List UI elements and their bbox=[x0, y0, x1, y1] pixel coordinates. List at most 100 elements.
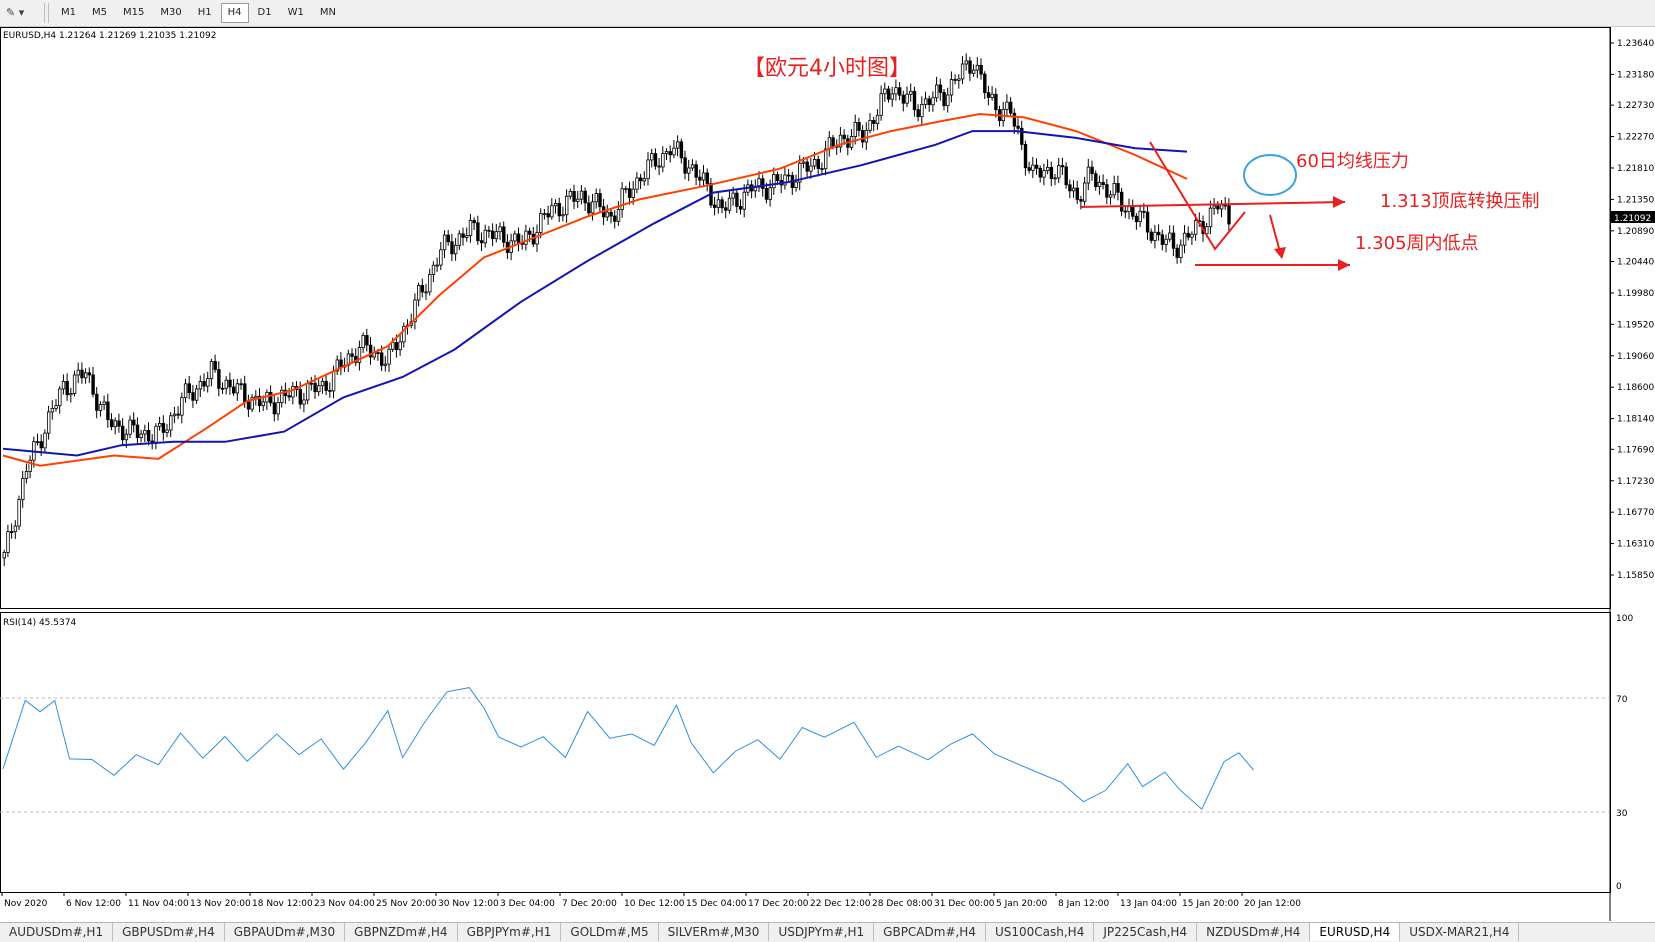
chart-tab[interactable]: GBPCADm#,H4 bbox=[874, 923, 986, 941]
candle-body bbox=[701, 172, 706, 181]
candle-body bbox=[9, 531, 14, 534]
chart-tab[interactable]: US100Cash,H4 bbox=[986, 923, 1095, 941]
candle-body bbox=[109, 419, 114, 428]
candle-body bbox=[420, 285, 425, 293]
candle-body bbox=[553, 202, 558, 207]
candle-body bbox=[157, 422, 162, 427]
chart-tab[interactable]: AUDUSDm#,H1 bbox=[0, 923, 114, 941]
candle-body bbox=[435, 264, 439, 267]
candle-body bbox=[816, 159, 820, 169]
toolbar-separator bbox=[48, 3, 49, 23]
candle-body bbox=[975, 64, 980, 71]
timeframe-m30-button[interactable]: M30 bbox=[153, 3, 188, 23]
candle-body bbox=[121, 425, 125, 441]
date-tick-label: 18 Nov 12:00 bbox=[252, 899, 313, 909]
candle-body bbox=[450, 241, 454, 255]
candle-body bbox=[946, 94, 950, 107]
candle-body bbox=[1212, 205, 1216, 209]
candle-body bbox=[498, 226, 502, 233]
timeframe-m15-button[interactable]: M15 bbox=[116, 3, 151, 23]
candle-body bbox=[550, 205, 554, 218]
candle-body bbox=[672, 147, 676, 156]
date-tick-label: 10 Dec 12:00 bbox=[624, 899, 685, 909]
candle-body bbox=[1194, 220, 1198, 235]
candle-body bbox=[561, 214, 565, 217]
candle-body bbox=[383, 363, 388, 366]
timeframe-w1-button[interactable]: W1 bbox=[281, 3, 311, 23]
candle-body bbox=[565, 195, 569, 216]
chart-tab[interactable]: SILVERm#,M30 bbox=[659, 923, 770, 941]
price-tick-label: 1.22270 bbox=[1617, 133, 1654, 143]
candle-body bbox=[453, 244, 458, 255]
timeframe-m1-button[interactable]: M1 bbox=[54, 3, 83, 23]
candle-body bbox=[231, 386, 236, 394]
candle-body bbox=[557, 202, 561, 217]
candle-body bbox=[431, 264, 436, 275]
price-tick-label: 1.19060 bbox=[1617, 352, 1654, 362]
candle-body bbox=[1227, 205, 1231, 225]
candle-body bbox=[113, 420, 117, 428]
date-tick-label: 25 Nov 20:00 bbox=[376, 899, 437, 909]
chart-tab[interactable]: GBPUSDm#,H4 bbox=[113, 923, 225, 941]
price-chart[interactable]: 【欧元4小时图】 60日均线压力 1.313顶底转换压制 1.305周内低点 E… bbox=[0, 27, 1655, 921]
candle-body bbox=[54, 405, 58, 409]
timeframe-m5-button[interactable]: M5 bbox=[85, 3, 114, 23]
candle-body bbox=[805, 161, 809, 172]
price-tick-label: 1.18140 bbox=[1617, 415, 1654, 425]
candle-body bbox=[579, 190, 584, 200]
candle-body bbox=[1031, 164, 1035, 171]
candle-body bbox=[735, 192, 739, 207]
candle-body bbox=[1123, 210, 1128, 213]
main-plot-frame bbox=[0, 27, 1611, 609]
candle-body bbox=[72, 374, 77, 394]
timeframe-mn-button[interactable]: MN bbox=[313, 3, 343, 23]
chart-tab[interactable]: USDJPYm#,H1 bbox=[769, 923, 875, 941]
candle-body bbox=[1112, 183, 1116, 196]
candle-body bbox=[639, 177, 643, 182]
timeframe-h1-button[interactable]: H1 bbox=[191, 3, 219, 23]
candle-body bbox=[21, 478, 25, 500]
candle-body bbox=[768, 187, 772, 200]
rsi-level-0-label: 0 bbox=[1616, 882, 1622, 892]
candle-body bbox=[994, 93, 998, 111]
candle-body bbox=[831, 137, 835, 147]
candle-body bbox=[43, 432, 47, 449]
candle-body bbox=[650, 153, 654, 161]
candle-body bbox=[979, 64, 983, 75]
price-tick-label: 1.23640 bbox=[1617, 39, 1654, 49]
candle-body bbox=[6, 531, 10, 553]
candle-body bbox=[328, 389, 332, 392]
candle-body bbox=[1027, 167, 1031, 171]
candle-body bbox=[568, 191, 573, 197]
candle-body bbox=[676, 141, 680, 149]
candle-body bbox=[350, 353, 354, 357]
chart-tab[interactable]: NZDUSDm#,H4 bbox=[1197, 923, 1311, 941]
chart-tab[interactable]: GBPJPYm#,H1 bbox=[458, 923, 562, 941]
candle-body bbox=[1023, 143, 1028, 169]
chart-tab[interactable]: JP225Cash,H4 bbox=[1094, 923, 1198, 941]
candle-body bbox=[150, 440, 154, 443]
candle-body bbox=[98, 404, 103, 411]
cursor-tool-icon[interactable]: ✎ ▾ bbox=[6, 6, 34, 20]
candle-body bbox=[1016, 125, 1020, 129]
candle-body bbox=[875, 114, 880, 124]
timeframe-d1-button[interactable]: D1 bbox=[251, 3, 279, 23]
chart-tab[interactable]: USDX-MAR21,H4 bbox=[1400, 923, 1520, 941]
chart-tab[interactable]: GBPNZDm#,H4 bbox=[345, 923, 458, 941]
chart-tab[interactable]: GOLDm#,M5 bbox=[561, 923, 659, 941]
candle-body bbox=[990, 93, 994, 98]
price-tick-label: 1.19980 bbox=[1617, 289, 1654, 299]
candle-body bbox=[642, 178, 647, 182]
candle-body bbox=[775, 174, 780, 181]
chart-tab[interactable]: GBPAUDm#,M30 bbox=[225, 923, 346, 941]
candle-body bbox=[442, 234, 447, 251]
candle-body bbox=[616, 209, 621, 222]
date-tick-label: 3 Dec 04:00 bbox=[500, 899, 555, 909]
candle-body bbox=[457, 233, 462, 246]
chart-tab-active[interactable]: EURUSD,H4 bbox=[1310, 923, 1401, 941]
candle-body bbox=[1157, 231, 1161, 236]
candle-body bbox=[890, 93, 894, 100]
timeframe-h4-button[interactable]: H4 bbox=[220, 3, 249, 23]
candle-body bbox=[764, 188, 769, 200]
rsi-level-100-label: 100 bbox=[1616, 614, 1633, 624]
